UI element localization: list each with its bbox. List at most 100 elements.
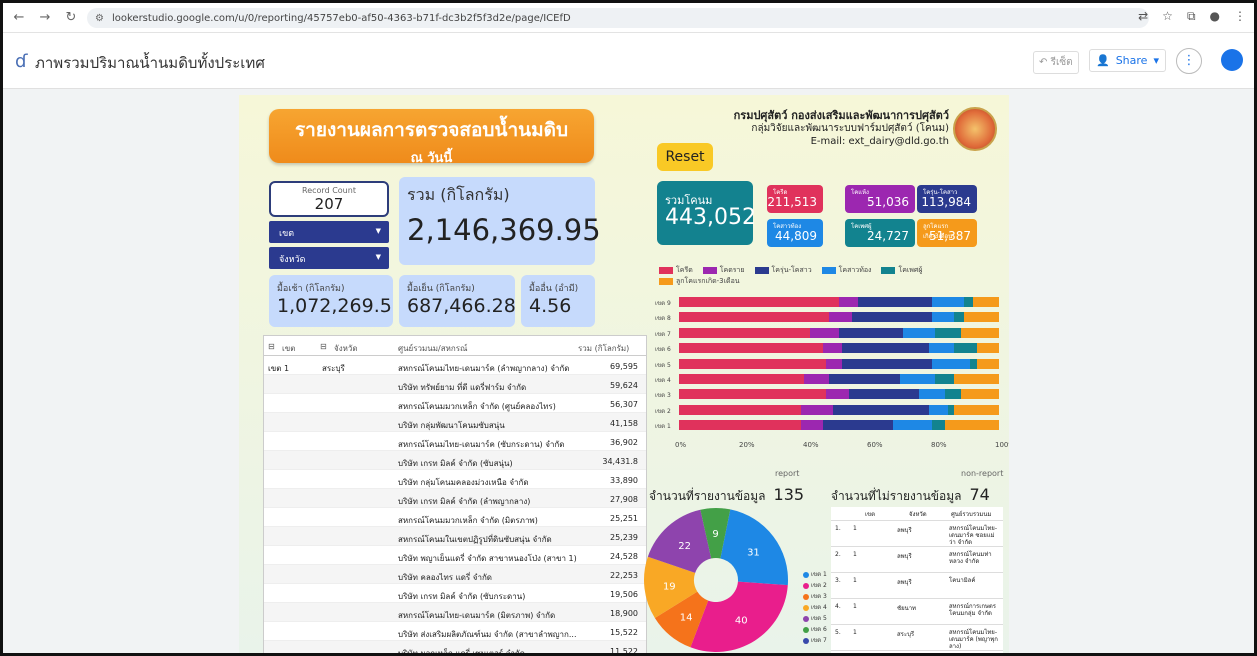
stacked-bar[interactable] — [679, 343, 999, 354]
table-row[interactable]: สหกรณ์โคนมไทย-เดนมาร์ค (ซับกระดาน) จำกัด… — [264, 432, 646, 451]
bar-segment[interactable] — [823, 343, 843, 354]
column-header-province[interactable]: จังหวัด — [334, 342, 358, 355]
legend-item[interactable]: โคดราย — [702, 265, 745, 276]
legend-item[interactable]: โคเพศผู้ — [881, 265, 922, 276]
nr-header-zone[interactable]: เขต — [865, 509, 875, 519]
table-row[interactable]: สหกรณ์โคนมไทย-เดนมาร์ค (มิตรภาพ) จำกัด 18… — [264, 603, 646, 622]
bar-segment[interactable] — [931, 420, 945, 431]
translate-icon[interactable]: ⇄ — [1138, 9, 1148, 24]
bar-segment[interactable] — [679, 312, 830, 323]
bar-segment[interactable] — [829, 312, 852, 323]
bar-segment[interactable] — [954, 312, 964, 323]
bar-segment[interactable] — [973, 297, 999, 307]
table-row[interactable]: 4. 1 ชัยนาท สหกรณ์การเกษตรโคนมกลุ่ม จำกัด — [831, 599, 1003, 625]
bar-segment[interactable] — [679, 404, 801, 415]
site-info-icon[interactable]: ⚙ — [95, 13, 104, 24]
bar-segment[interactable] — [960, 327, 999, 338]
column-header-zone[interactable]: เขต — [282, 342, 295, 355]
table-row[interactable]: 1. 1 ลพบุรี สหกรณ์โคนมไทย-เดนมาร์ค ซอยแม่ว่… — [831, 521, 1003, 547]
legend-item[interactable]: โครีด — [659, 265, 693, 276]
forward-icon[interactable]: → — [35, 10, 55, 25]
table-row[interactable]: สหกรณ์โคนมในเขตปฏิรูปที่ดินซับสนุ่น จำกั… — [264, 527, 646, 546]
bar-segment[interactable] — [851, 312, 932, 323]
table-row[interactable]: 2. 1 ลพบุรี สหกรณ์โคนมท่าหลวง จำกัด — [831, 547, 1003, 573]
bar-segment[interactable] — [679, 297, 839, 307]
table-row[interactable]: สหกรณ์โคนมมวกเหล็ก จำกัด (ศูนย์คลองไทร) 5… — [264, 394, 646, 413]
bar-segment[interactable] — [963, 312, 999, 323]
bar-segment[interactable] — [679, 327, 811, 338]
bar-segment[interactable] — [829, 374, 900, 384]
stacked-bar[interactable] — [679, 358, 999, 369]
column-header-total[interactable]: รวม (กิโลกรัม) — [578, 342, 629, 355]
bar-segment[interactable] — [842, 358, 932, 369]
bar-segment[interactable] — [679, 343, 823, 354]
legend-item[interactable]: ลูกโคแรกเกิด-3เดือน — [659, 276, 740, 287]
bar-segment[interactable] — [944, 389, 961, 400]
bar-segment[interactable] — [803, 374, 830, 384]
bar-segment[interactable] — [838, 327, 903, 338]
nr-header-province[interactable]: จังหวัด — [909, 509, 927, 519]
bar-segment[interactable] — [963, 297, 974, 307]
bar-segment[interactable] — [960, 389, 999, 400]
looker-studio-logo-icon[interactable]: ɗ — [15, 51, 28, 72]
pie-legend-item[interactable]: เขต 1 — [803, 569, 827, 579]
pie-legend-item[interactable]: เขต 3 — [803, 591, 827, 601]
bar-segment[interactable] — [954, 404, 999, 415]
avatar[interactable] — [1221, 49, 1243, 71]
column-header-center[interactable]: ศูนย์รวมนม/สหกรณ์ — [398, 342, 467, 355]
table-row[interactable]: บริษัท ทรัพย์ยาม ที่ดี แดรี่ฟาร์ม จำกัด 5… — [264, 375, 646, 394]
zone-dropdown[interactable]: เขต ▼ — [269, 221, 389, 243]
bar-segment[interactable] — [810, 327, 839, 338]
back-icon[interactable]: ← — [9, 10, 29, 25]
bar-segment[interactable] — [934, 327, 961, 338]
bar-segment[interactable] — [931, 312, 955, 323]
bar-segment[interactable] — [976, 358, 999, 369]
table-row[interactable]: 5. 1 สระบุรี สหกรณ์โคนมไทย-เดนมาร์ค (พญาพุก… — [831, 625, 1003, 651]
pie-legend-item[interactable]: เขต 7 — [803, 635, 827, 645]
legend-item[interactable]: โคสาวท้อง — [821, 265, 871, 276]
bar-segment[interactable] — [902, 327, 935, 338]
stacked-bar[interactable] — [679, 404, 999, 415]
bar-segment[interactable] — [842, 343, 929, 354]
chevron-down-icon[interactable]: ▾ — [1153, 54, 1159, 67]
bar-segment[interactable] — [800, 420, 823, 431]
bar-segment[interactable] — [826, 389, 849, 400]
legend-item[interactable]: โครุ่น-โคสาว — [754, 265, 812, 276]
table-row[interactable]: บริษัท กลุ่มโคนมคลองม่วงเหนือ จำกัด 33,89… — [264, 470, 646, 489]
stacked-bar[interactable] — [679, 374, 999, 384]
bar-segment[interactable] — [858, 297, 932, 307]
stacked-bar[interactable] — [679, 389, 999, 400]
table-row[interactable]: บริษัท ส่งเสริมผลิตภัณฑ์นม จำกัด (สาขาลำ… — [264, 622, 646, 641]
extensions-icon[interactable]: ⧉ — [1187, 9, 1196, 24]
bar-segment[interactable] — [928, 404, 948, 415]
bar-segment[interactable] — [800, 404, 833, 415]
address-bar[interactable]: ⚙ lookerstudio.google.com/u/0/reporting/… — [87, 8, 1149, 28]
bar-segment[interactable] — [826, 358, 843, 369]
table-row[interactable]: เขต 1 สระบุรี สหกรณ์โคนมไทย-เดนมาร์ค (ลำพญ… — [264, 356, 646, 375]
table-row[interactable]: บริษัท คลองไทร แดรี่ จำกัด 22,253 — [264, 565, 646, 584]
bar-segment[interactable] — [679, 358, 827, 369]
bar-segment[interactable] — [934, 374, 955, 384]
pie-legend-item[interactable]: เขต 2 — [803, 580, 827, 590]
nr-header-center[interactable]: ศูนย์รวบรวมนม — [951, 509, 991, 519]
bar-segment[interactable] — [679, 389, 827, 400]
reset-button[interactable]: Reset — [657, 143, 713, 171]
bar-segment[interactable] — [848, 389, 919, 400]
table-row[interactable]: บริษัท มวกเหล็ก แดรี่ เซนเตอร์ จำกัด 11,5… — [264, 641, 646, 653]
table-row[interactable]: บริษัท กลุ่มพัฒนาโคนมซับสนุ่น 41,158 — [264, 413, 646, 432]
bar-segment[interactable] — [944, 420, 999, 431]
table-row[interactable]: บริษัท เกรท มิลค์ จำกัด (ซับสนุ่น) 34,431… — [264, 451, 646, 470]
reload-icon[interactable]: ↻ — [61, 10, 81, 25]
pie-legend-item[interactable]: เขต 5 — [803, 613, 827, 623]
menu-icon[interactable]: ⋮ — [1234, 9, 1246, 24]
bar-segment[interactable] — [954, 343, 977, 354]
bar-segment[interactable] — [893, 420, 932, 431]
bar-segment[interactable] — [931, 358, 971, 369]
table-row[interactable]: บริษัท เกรท มิลค์ จำกัด (ลำพญากลาง) 27,90… — [264, 489, 646, 508]
bar-segment[interactable] — [899, 374, 935, 384]
bar-segment[interactable] — [931, 297, 964, 307]
stacked-bar[interactable] — [679, 327, 999, 338]
bar-segment[interactable] — [832, 404, 929, 415]
bar-segment[interactable] — [679, 420, 801, 431]
province-dropdown[interactable]: จังหวัด ▼ — [269, 247, 389, 269]
